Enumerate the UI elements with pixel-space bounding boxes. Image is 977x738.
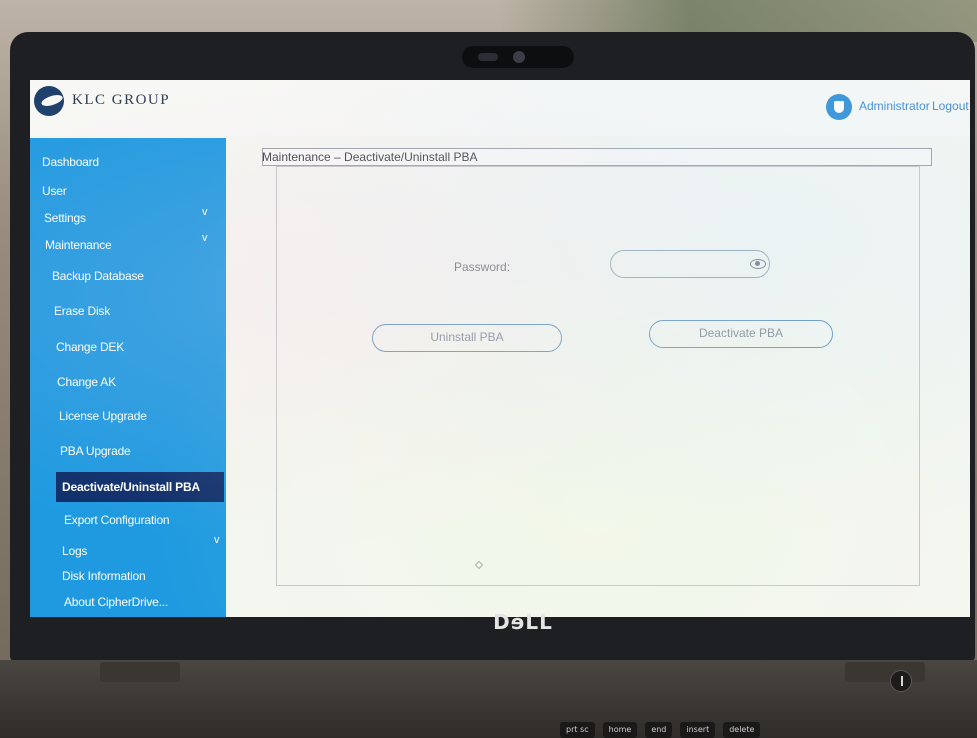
sidebar-sub-pba-upgrade[interactable]: PBA Upgrade — [60, 444, 131, 458]
power-button[interactable] — [890, 670, 912, 692]
hinge-left — [100, 662, 180, 682]
sidebar-sub-deactivate-uninstall-pba[interactable]: Deactivate/Uninstall PBA — [62, 480, 200, 494]
key-insert[interactable]: insert — [680, 722, 716, 738]
sidebar-sub-license-upgrade[interactable]: License Upgrade — [59, 409, 147, 423]
key-home[interactable]: home — [602, 722, 638, 738]
top-bar: KLC GROUP Administrator Logout — [30, 80, 970, 136]
key-end[interactable]: end — [645, 722, 673, 738]
brand-name: KLC GROUP — [72, 92, 171, 108]
key-delete[interactable]: delete — [723, 722, 761, 738]
password-label: Password: — [454, 260, 511, 274]
sidebar-sub-erase-disk[interactable]: Erase Disk — [54, 304, 110, 318]
dell-logo: DɘLL — [493, 610, 553, 634]
content-panel — [276, 166, 920, 586]
eye-icon[interactable] — [750, 259, 766, 269]
chevron-down-icon[interactable]: v — [202, 232, 208, 244]
webcam-shutter — [478, 53, 498, 61]
uninstall-pba-button[interactable]: Uninstall PBA — [372, 324, 562, 352]
logout-link[interactable]: Logout — [932, 99, 969, 113]
sidebar-item-dashboard[interactable]: Dashboard — [42, 155, 99, 169]
sidebar-item-logs[interactable]: Logs — [62, 544, 87, 558]
sidebar-item-maintenance[interactable]: Maintenance — [45, 238, 112, 252]
chevron-down-icon[interactable]: v — [214, 534, 220, 546]
sidebar-item-user[interactable]: User — [42, 184, 67, 198]
sidebar-item-disk-information[interactable]: Disk Information — [62, 569, 146, 583]
sidebar-item-settings[interactable]: Settings — [44, 211, 86, 225]
sidebar-sub-backup-database[interactable]: Backup Database — [52, 269, 144, 283]
webcam-lens — [513, 51, 525, 63]
chevron-down-icon[interactable]: v — [202, 206, 208, 218]
breadcrumb: Maintenance – Deactivate/Uninstall PBA — [262, 150, 478, 164]
sidebar-sub-export-configuration[interactable]: Export Configuration — [64, 513, 170, 527]
klc-logo-icon — [34, 86, 64, 116]
sidebar-sub-change-dek[interactable]: Change DEK — [56, 340, 124, 354]
sidebar-sub-change-ak[interactable]: Change AK — [57, 375, 116, 389]
password-field[interactable] — [610, 250, 770, 278]
sidebar-item-about[interactable]: About CipherDrive... — [64, 595, 168, 609]
user-name-link[interactable]: Administrator — [859, 99, 930, 113]
hinge-right — [845, 662, 925, 682]
sidebar: Dashboard User Settings v Maintenance v … — [30, 138, 226, 617]
key-prtsc[interactable]: prt sc — [560, 722, 595, 738]
keyboard-top-row: prt sc home end insert delete — [560, 722, 761, 738]
deactivate-pba-button[interactable]: Deactivate PBA — [649, 320, 833, 348]
laptop-screen: KLC GROUP Administrator Logout Dashboard… — [30, 80, 970, 617]
shield-user-icon[interactable] — [826, 94, 852, 120]
